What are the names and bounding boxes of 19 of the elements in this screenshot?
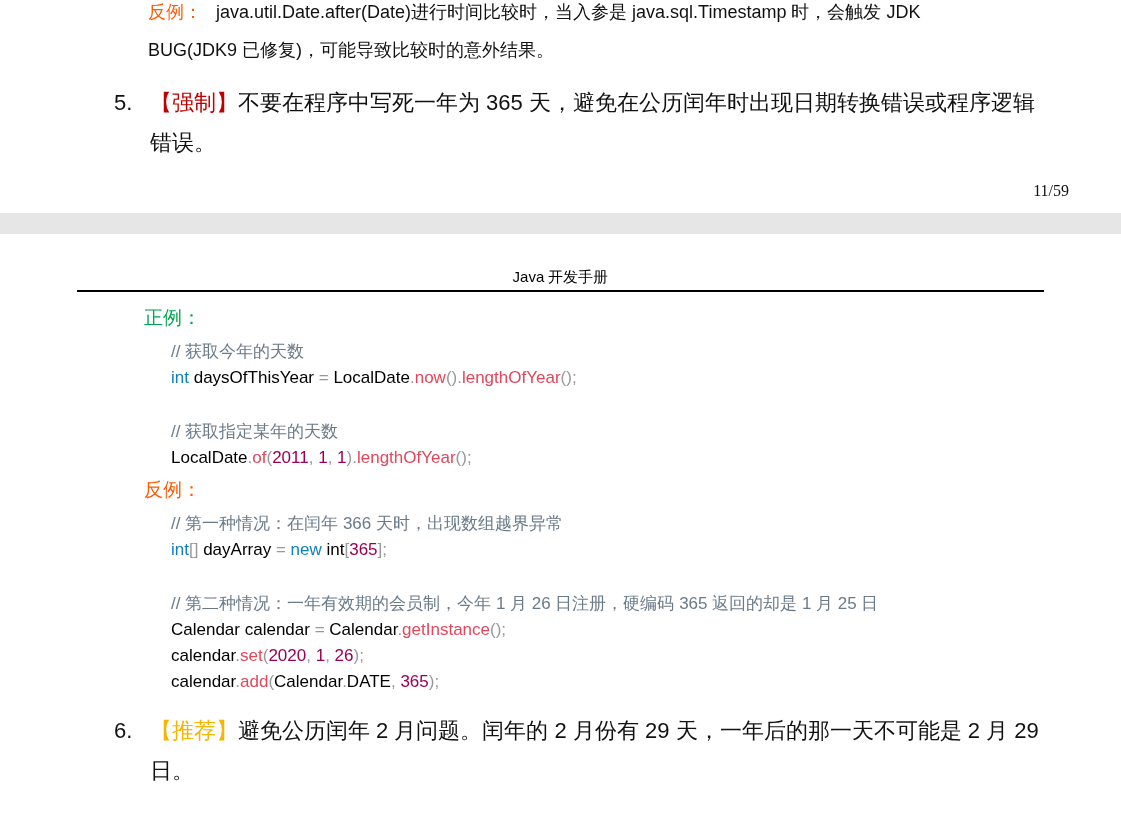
example-text: 反例： java.util.Date.after(Date)进行时间比较时，当入参是 java.sql.Timestamp 时，会触发 JDK BUG(JDK9 已修复)，可能导致比较时的意外结果。 [147, 1, 922, 62]
list-number: 6. [114, 717, 134, 745]
code-comment: // 获取今年的天数 [171, 341, 306, 363]
code-comment: // 第二种情况：一年有效期的会员制，今年 1 月 26 日注册，硬编码 365 返回的却是 1 月 25 日 [171, 593, 880, 615]
rule-text: 【强制】不要在程序中写死一年为 365 天，避免在公历闰年时出现日期转换错误或程序逻辑错误。 [150, 89, 1036, 157]
code-line: calendar.add(Calendar.DATE, 365); [171, 671, 441, 693]
code-line: Calendar calendar = Calendar.getInstance(); [171, 619, 508, 641]
example-label: 正例： [143, 306, 202, 330]
page-number: 11/59 [1033, 181, 1069, 201]
example-label: 反例： [143, 478, 202, 502]
code-line: int[] dayArray = new int[365]; [171, 539, 388, 561]
code-line: int daysOfThisYear = LocalDate.now().lengthOfYear(); [171, 367, 578, 389]
code-line: LocalDate.of(2011, 1, 1).lengthOfYear(); [171, 447, 473, 469]
list-number: 5. [114, 89, 134, 117]
code-comment: // 第一种情况：在闰年 366 天时，出现数组越界异常 [171, 513, 564, 535]
rule-text: 【推荐】避免公历闰年 2 月问题。闰年的 2 月份有 29 天，一年后的那一天不可能是 2 月 29 日。 [150, 717, 1040, 785]
page-header: Java 开发手册 [512, 267, 609, 287]
code-line: calendar.set(2020, 1, 26); [171, 645, 365, 667]
code-comment: // 获取指定某年的天数 [171, 421, 340, 443]
